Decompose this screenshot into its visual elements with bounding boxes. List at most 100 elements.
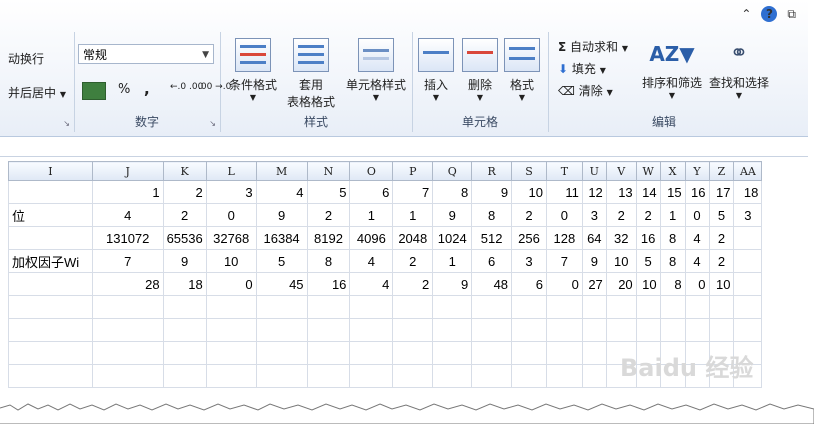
cell[interactable]: 15: [659, 180, 686, 204]
column-header-U[interactable]: U: [581, 161, 607, 181]
cell[interactable]: 131072: [91, 226, 164, 250]
sort-filter-button[interactable]: AZ▼ 排序和筛选 ▼: [640, 38, 704, 100]
cell[interactable]: 2: [392, 272, 434, 296]
cell[interactable]: 1: [91, 180, 164, 204]
cell[interactable]: [684, 295, 710, 319]
cell[interactable]: 9: [471, 180, 513, 204]
cell[interactable]: [511, 364, 547, 388]
cell[interactable]: 3: [733, 203, 763, 227]
cell[interactable]: 3: [581, 203, 607, 227]
cell[interactable]: [306, 318, 351, 342]
comma-button[interactable]: ,: [144, 80, 150, 98]
cell[interactable]: 2048: [392, 226, 434, 250]
cell[interactable]: [392, 318, 434, 342]
cell[interactable]: 0: [684, 272, 710, 296]
cell[interactable]: [581, 364, 607, 388]
cell[interactable]: 32768: [205, 226, 257, 250]
cell[interactable]: 1: [392, 203, 434, 227]
column-header-L[interactable]: L: [205, 161, 257, 181]
cell[interactable]: 14: [635, 180, 661, 204]
column-header-T[interactable]: T: [545, 161, 583, 181]
cell[interactable]: [684, 318, 710, 342]
cell[interactable]: [659, 295, 686, 319]
restore-icon[interactable]: ⧉: [787, 7, 796, 22]
cell[interactable]: 16: [306, 272, 351, 296]
cell[interactable]: 8: [471, 203, 513, 227]
cell[interactable]: 4096: [349, 226, 394, 250]
cell[interactable]: [349, 364, 394, 388]
cell[interactable]: [349, 295, 394, 319]
cell[interactable]: 10: [605, 249, 637, 273]
cell[interactable]: [162, 341, 207, 365]
cell[interactable]: 2: [162, 203, 207, 227]
cell[interactable]: 10: [635, 272, 661, 296]
column-header-R[interactable]: R: [471, 161, 513, 181]
cell[interactable]: 6: [511, 272, 547, 296]
cell[interactable]: 17: [708, 180, 735, 204]
cell[interactable]: 0: [545, 203, 583, 227]
cell[interactable]: [545, 364, 583, 388]
cell[interactable]: [392, 364, 434, 388]
cell[interactable]: [708, 318, 735, 342]
cell[interactable]: 3: [511, 249, 547, 273]
cell[interactable]: 4: [684, 249, 710, 273]
cell[interactable]: [471, 341, 513, 365]
cell[interactable]: [581, 295, 607, 319]
cell[interactable]: 9: [432, 272, 473, 296]
cell[interactable]: 4: [349, 272, 394, 296]
cell[interactable]: [255, 318, 308, 342]
cell[interactable]: [91, 318, 164, 342]
cell[interactable]: [91, 295, 164, 319]
cell[interactable]: 11: [545, 180, 583, 204]
cell[interactable]: [8, 272, 93, 296]
cell[interactable]: [733, 318, 763, 342]
column-header-Q[interactable]: Q: [432, 161, 473, 181]
cell[interactable]: [306, 364, 351, 388]
dialog-launcher-icon[interactable]: ↘: [63, 119, 70, 128]
cell[interactable]: [511, 295, 547, 319]
cell[interactable]: [432, 318, 473, 342]
percent-button[interactable]: %: [118, 82, 130, 97]
cell[interactable]: 7: [392, 180, 434, 204]
cell[interactable]: 7: [91, 249, 164, 273]
cell[interactable]: 45: [255, 272, 308, 296]
cell[interactable]: [306, 295, 351, 319]
cell[interactable]: 9: [581, 249, 607, 273]
cell[interactable]: [205, 295, 257, 319]
cell[interactable]: 4: [684, 226, 710, 250]
cell[interactable]: 0: [205, 203, 257, 227]
cell[interactable]: 2: [511, 203, 547, 227]
cell[interactable]: 3: [205, 180, 257, 204]
column-header-Z[interactable]: Z: [708, 161, 735, 181]
cell[interactable]: 0: [684, 203, 710, 227]
cell[interactable]: [349, 341, 394, 365]
cell[interactable]: 5: [708, 203, 735, 227]
cell-styles-button[interactable]: 单元格样式 ▼: [342, 38, 410, 102]
formula-bar[interactable]: [0, 137, 808, 157]
cell[interactable]: [392, 295, 434, 319]
cell[interactable]: [306, 341, 351, 365]
cell[interactable]: [162, 318, 207, 342]
format-as-table-button[interactable]: 套用 表格格式: [280, 38, 342, 110]
cell[interactable]: 2: [635, 203, 661, 227]
format-button[interactable]: 格式 ▼: [502, 38, 542, 102]
cell[interactable]: 10: [708, 272, 735, 296]
cell[interactable]: [545, 318, 583, 342]
cell[interactable]: 32: [605, 226, 637, 250]
cell[interactable]: [545, 341, 583, 365]
cell[interactable]: 16384: [255, 226, 308, 250]
column-header-AA[interactable]: AA: [733, 161, 763, 181]
cell[interactable]: 8: [432, 180, 473, 204]
column-header-X[interactable]: X: [659, 161, 686, 181]
cell[interactable]: 加权因子Wi: [8, 249, 93, 273]
cell[interactable]: 65536: [162, 226, 207, 250]
cell[interactable]: [545, 295, 583, 319]
column-header-O[interactable]: O: [349, 161, 394, 181]
cell[interactable]: [635, 318, 661, 342]
cell[interactable]: [255, 295, 308, 319]
cell[interactable]: [392, 341, 434, 365]
cell[interactable]: 6: [471, 249, 513, 273]
insert-button[interactable]: 插入 ▼: [416, 38, 456, 102]
cell[interactable]: 18: [162, 272, 207, 296]
column-header-V[interactable]: V: [605, 161, 637, 181]
